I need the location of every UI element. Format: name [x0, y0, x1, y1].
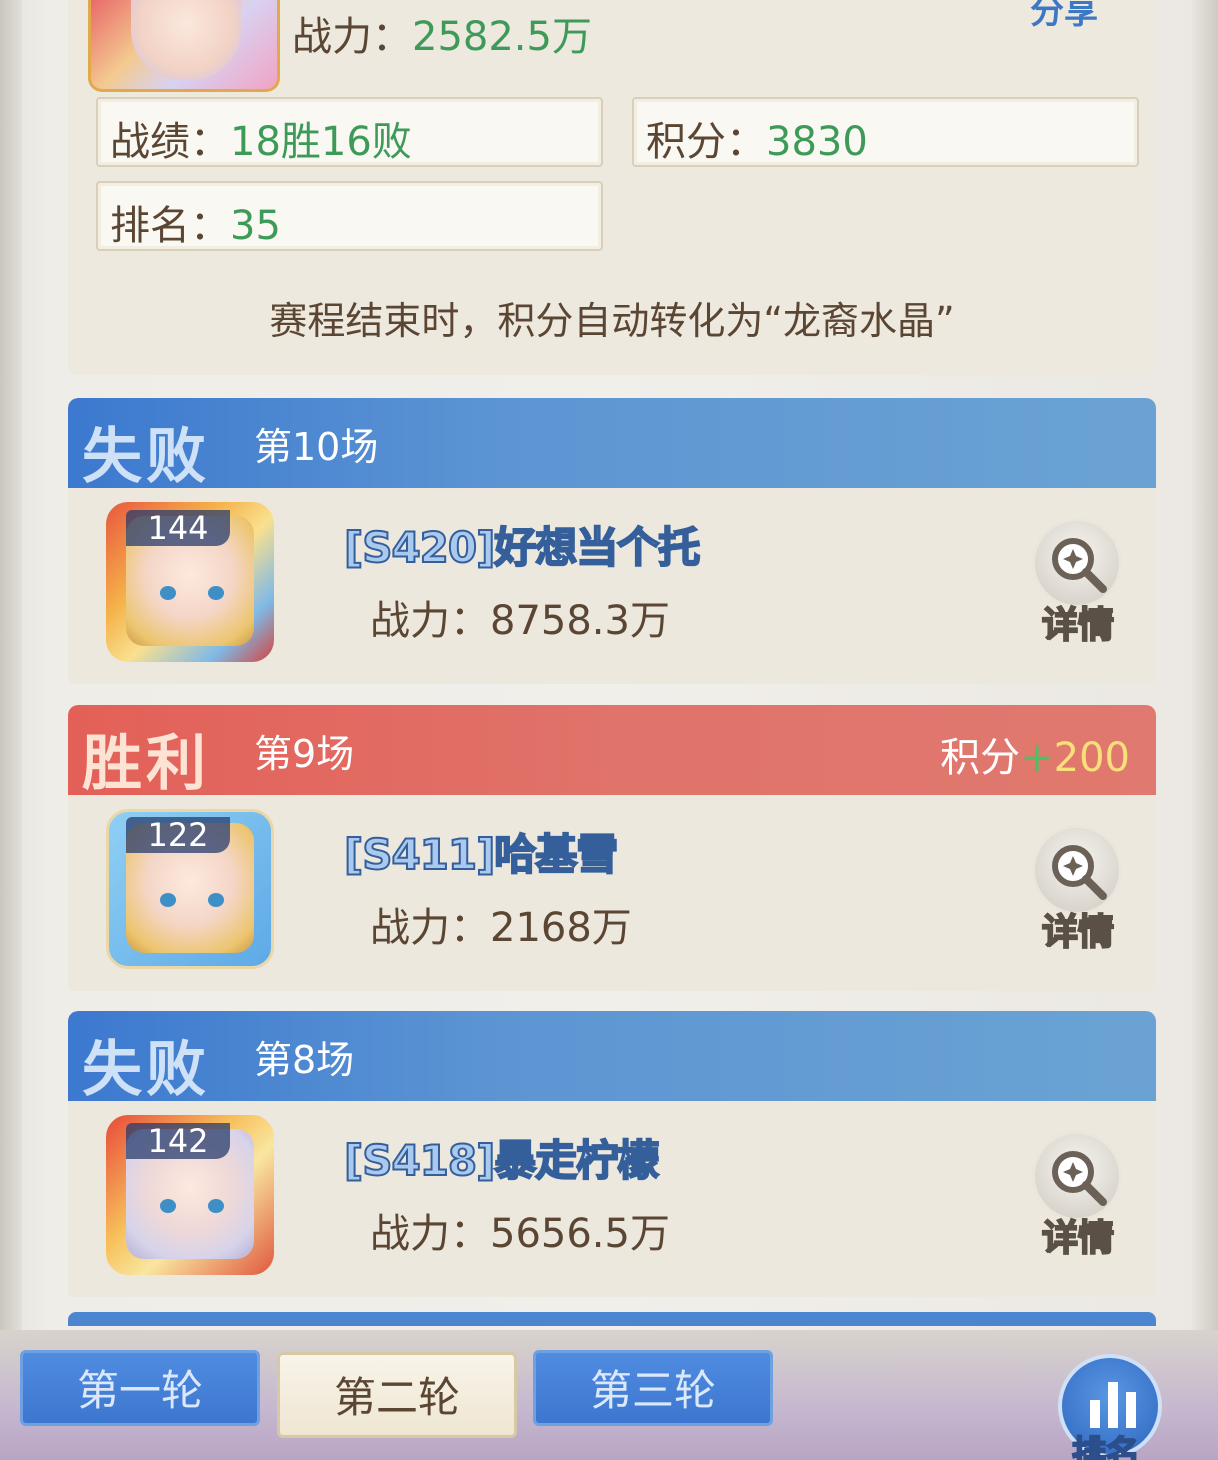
page-edge-left [0, 0, 22, 1340]
opponent-avatar[interactable]: 142 [98, 1109, 288, 1281]
score-plus: + [1020, 735, 1054, 781]
opponent-name: [S411]哈基雪 [343, 829, 619, 880]
player-avatar[interactable] [88, 0, 280, 92]
points-label: 积分： [646, 119, 766, 165]
opponent-power-label: 战力： [370, 1211, 490, 1257]
tab-round-3[interactable]: 第三轮 [533, 1350, 773, 1426]
match-score: 积分+200 [940, 725, 1130, 783]
record-box: 战绩：18胜16败 [96, 97, 603, 167]
tab-round-2[interactable]: 第二轮 [277, 1352, 517, 1438]
match-header-bar: 胜利 第9场 积分+200 [68, 705, 1156, 799]
opponent-avatar[interactable]: 144 [98, 496, 288, 668]
points-box: 积分：3830 [632, 97, 1139, 167]
rank-box: 排名：35 [96, 181, 603, 251]
opponent-level: 142 [126, 1123, 230, 1159]
match-card: 胜利 第9场 积分+200 122 [S411]哈基雪 战力：2168万 详情 [68, 705, 1156, 991]
match-header-bar: 失败 第10场 [68, 398, 1156, 492]
match-round: 第9场 [254, 732, 355, 776]
details-button[interactable]: 详情 [1028, 518, 1128, 648]
opponent-name: [S420]好想当个托 [343, 522, 701, 573]
player-power-label: 战力： [292, 14, 412, 60]
match-header-bar: 失败 第8场 [68, 1011, 1156, 1105]
bar-chart-icon [1090, 1382, 1136, 1428]
next-match-card-edge [68, 1312, 1156, 1326]
opponent-power-value: 5656.5万 [490, 1211, 670, 1257]
player-avatar-face [131, 0, 241, 80]
details-label: 详情 [1041, 1217, 1115, 1260]
points-value: 3830 [766, 119, 868, 165]
details-button[interactable]: 详情 [1028, 825, 1128, 955]
details-label: 详情 [1041, 604, 1115, 647]
page-edge-right [1192, 0, 1218, 1340]
opponent-level: 144 [126, 510, 230, 546]
opponent-power: 战力：8758.3万 [370, 588, 670, 646]
rank-value: 35 [230, 203, 281, 249]
rank-label: 排名： [110, 203, 230, 249]
opponent-level: 122 [126, 817, 230, 853]
details-button[interactable]: 详情 [1028, 1131, 1128, 1261]
match-card: 失败 第8场 142 [S418]暴走柠檬 战力：5656.5万 详情 [68, 1011, 1156, 1297]
share-button[interactable]: 分享 [1030, 0, 1098, 33]
opponent-power-value: 8758.3万 [490, 598, 670, 644]
conversion-note: 赛程结束时，积分自动转化为“龙裔水晶” [269, 299, 955, 343]
opponent-avatar[interactable]: 122 [98, 803, 288, 975]
match-round: 第8场 [254, 1038, 355, 1082]
score-label: 积分 [940, 735, 1021, 781]
player-power-value: 2582.5万 [412, 14, 592, 60]
match-round: 第10场 [254, 425, 379, 469]
ranking-label: 排名 [1071, 1433, 1141, 1460]
magnifier-icon [1032, 518, 1122, 608]
match-result: 失败 [82, 422, 210, 492]
opponent-power-value: 2168万 [490, 905, 632, 951]
opponent-power: 战力：2168万 [370, 895, 632, 953]
magnifier-icon [1032, 825, 1122, 915]
opponent-name: [S418]暴走柠檬 [343, 1135, 660, 1186]
opponent-power-label: 战力： [370, 905, 490, 951]
opponent-power: 战力：5656.5万 [370, 1201, 670, 1259]
magnifier-icon [1032, 1131, 1122, 1221]
player-power: 战力：2582.5万 [292, 4, 592, 62]
record-value: 18胜16败 [230, 119, 412, 165]
tab-round-1[interactable]: 第一轮 [20, 1350, 260, 1426]
opponent-power-label: 战力： [370, 598, 490, 644]
book-background: 战力：2582.5万 分享 战绩：18胜16败 积分：3830 排名：35 赛程… [0, 0, 1218, 1460]
record-label: 战绩： [110, 119, 230, 165]
match-card: 失败 第10场 144 [S420]好想当个托 战力：8758.3万 详情 [68, 398, 1156, 684]
match-result: 失败 [82, 1035, 210, 1105]
details-label: 详情 [1041, 911, 1115, 954]
match-result: 胜利 [82, 729, 210, 799]
score-value: 200 [1053, 735, 1130, 781]
